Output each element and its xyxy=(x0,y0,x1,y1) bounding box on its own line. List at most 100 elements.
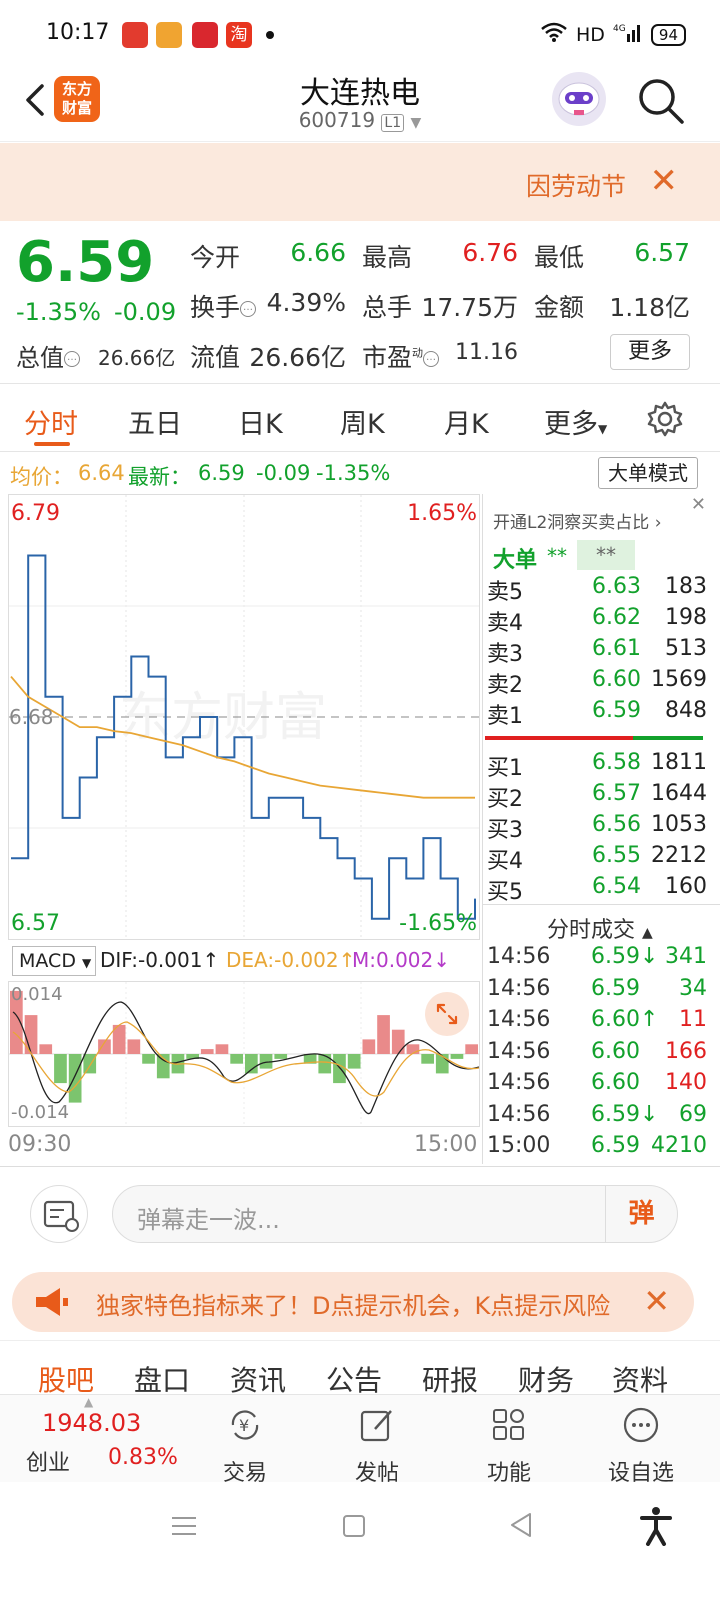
tab-guba[interactable]: 股吧 xyxy=(38,1359,94,1394)
trade-row[interactable]: 14:56 6.59↓ 341 xyxy=(487,944,707,975)
macd-bar xyxy=(450,1054,464,1059)
trades-title[interactable]: 分时成交 ▲ xyxy=(547,912,653,944)
notification-dot xyxy=(266,31,274,39)
trade-volume: 341 xyxy=(665,944,707,969)
bid-row[interactable]: 买3 6.56 1053 xyxy=(487,812,707,843)
menu-icon[interactable] xyxy=(170,1512,198,1540)
trade-row[interactable]: 14:56 6.60↑ 11 xyxy=(487,1007,707,1038)
stock-header: 东方 财富 大连热电 600719 L1 ▼ xyxy=(0,64,720,142)
big-order-label: 大单 xyxy=(493,548,538,573)
tab-more[interactable]: 更多▼ xyxy=(544,402,607,441)
tab-announcements[interactable]: 公告 xyxy=(326,1359,382,1394)
add-watchlist-button[interactable]: 设自选 xyxy=(596,1405,686,1487)
trade-row[interactable]: 14:56 6.60 140 xyxy=(487,1070,707,1101)
macd-chart[interactable]: 0.014 -0.014 xyxy=(8,981,480,1127)
tab-profile[interactable]: 资料 xyxy=(612,1359,668,1394)
danmu-toggle-button[interactable]: 弹 xyxy=(605,1186,677,1242)
macd-bar xyxy=(318,1054,332,1074)
trade-price: 6.60 xyxy=(591,1070,640,1095)
order-book: 开通L2洞察买卖占比 › ✕ 大单 ** ** 卖5 6.63 183 卖4 6.62 1… xyxy=(482,494,720,1164)
banner-text: 因劳动节 xyxy=(525,172,626,201)
comment-bar: 弹幕走一波... 弹 xyxy=(0,1166,720,1262)
tab-weekly-k[interactable]: 周K xyxy=(340,402,385,441)
chart-bottom-pct: -1.65% xyxy=(399,911,477,936)
indicator-select[interactable]: MACD ▼ xyxy=(12,946,96,976)
l2-upsell[interactable]: 开通L2洞察买卖占比 › xyxy=(493,508,662,533)
ask-price: 6.61 xyxy=(592,636,641,661)
chart-top-pct: 1.65% xyxy=(407,501,477,526)
search-button[interactable] xyxy=(636,76,686,126)
post-button[interactable]: 发帖 xyxy=(332,1405,422,1487)
ask-price: 6.63 xyxy=(592,574,641,599)
tab-pankou[interactable]: 盘口 xyxy=(134,1359,190,1394)
chart-settings-button[interactable] xyxy=(646,400,684,438)
ask-row[interactable]: 卖1 6.59 848 xyxy=(487,698,707,729)
app-icon-video xyxy=(122,22,148,48)
bid-price: 6.55 xyxy=(592,843,641,868)
trade-row[interactable]: 15:00 6.59 4210 xyxy=(487,1133,707,1164)
info-icon[interactable]: … xyxy=(64,351,80,367)
grid-icon xyxy=(493,1409,524,1440)
trade-button[interactable]: ¥ 交易 xyxy=(200,1405,290,1487)
tab-news[interactable]: 资讯 xyxy=(230,1359,286,1394)
tab-daily-k[interactable]: 日K xyxy=(238,402,283,441)
macd-bar xyxy=(347,1054,361,1069)
danmu-placeholder: 弹幕走一波... xyxy=(137,1206,280,1234)
low-value: 6.57 xyxy=(634,238,690,267)
trade-row[interactable]: 14:56 6.60 166 xyxy=(487,1039,707,1070)
back-nav-icon[interactable] xyxy=(506,1510,536,1540)
intraday-chart[interactable]: 东方财富 6.79 1.65% 6.68 6.57 -1.65% xyxy=(8,494,480,940)
expand-chart-button[interactable] xyxy=(425,992,469,1036)
info-icon[interactable]: … xyxy=(240,301,257,317)
pe-label: 市盈动… xyxy=(362,338,440,374)
high-label: 最高 xyxy=(362,243,413,272)
macd-bar xyxy=(421,1054,434,1064)
trade-row[interactable]: 14:56 6.59 34 xyxy=(487,976,707,1007)
chart-tabs: 分时 五日 日K 周K 月K 更多▼ xyxy=(0,386,720,452)
bid-row[interactable]: 买2 6.57 1644 xyxy=(487,781,707,812)
more-quote-button[interactable]: 更多 xyxy=(610,334,690,370)
trade-price: 6.59↓ xyxy=(591,1101,659,1127)
tab-intraday[interactable]: 分时 xyxy=(24,402,78,441)
bid-row[interactable]: 买4 6.55 2212 xyxy=(487,843,707,874)
ask-row[interactable]: 卖2 6.60 1569 xyxy=(487,667,707,698)
bottom-toolbar: ▲ 1948.03 创业 0.83% ¥ 交易 发帖 功能 设自选 xyxy=(0,1394,720,1486)
stock-code-selector[interactable]: 600719 L1 ▼ xyxy=(0,108,720,132)
functions-button[interactable]: 功能 xyxy=(464,1405,554,1487)
big-order-mode-button[interactable]: 大单模式 xyxy=(598,457,698,489)
latest-label: 最新： xyxy=(128,465,191,489)
ask-row[interactable]: 卖5 6.63 183 xyxy=(487,574,707,605)
promo-text: 独家特色指标来了！D点提示机会，K点提示风险 xyxy=(96,1292,611,1320)
note-button[interactable] xyxy=(30,1185,88,1243)
tab-five-day[interactable]: 五日 xyxy=(128,402,182,441)
bid-row[interactable]: 买1 6.58 1811 xyxy=(487,750,707,781)
macd-bar xyxy=(142,1054,155,1064)
expand-icon xyxy=(436,1003,458,1025)
tab-monthly-k[interactable]: 月K xyxy=(444,402,489,441)
trade-price: 6.60↑ xyxy=(591,1007,659,1032)
banner-close-icon[interactable]: ✕ xyxy=(650,161,679,201)
ask-row[interactable]: 卖4 6.62 198 xyxy=(487,605,707,636)
macd-bar xyxy=(465,1044,478,1054)
index-ticker[interactable]: ▲ 1948.03 创业 0.83% xyxy=(0,1395,190,1483)
ask-price: 6.59 xyxy=(592,698,641,723)
assistant-avatar[interactable] xyxy=(552,72,606,126)
trade-time: 14:56 xyxy=(487,1038,551,1064)
promo-close-icon[interactable]: ✕ xyxy=(643,1282,670,1320)
danmu-input[interactable]: 弹幕走一波... 弹 xyxy=(112,1185,678,1243)
info-icon[interactable]: … xyxy=(423,351,440,367)
tab-research[interactable]: 研报 xyxy=(422,1359,478,1394)
trade-row[interactable]: 14:56 6.59↓ 69 xyxy=(487,1102,707,1133)
ask-row[interactable]: 卖3 6.61 513 xyxy=(487,636,707,667)
macd-bar xyxy=(333,1054,346,1084)
ask-level: 卖5 xyxy=(487,580,523,605)
home-icon[interactable] xyxy=(340,1512,368,1540)
bid-row[interactable]: 买5 6.54 160 xyxy=(487,874,707,905)
l2-close-icon[interactable]: ✕ xyxy=(691,494,706,515)
macd-dif: DIF:-0.001↑ xyxy=(100,948,220,972)
accessibility-icon[interactable] xyxy=(638,1506,674,1546)
index-pct: 0.83% xyxy=(108,1445,178,1470)
promo-banner[interactable]: 独家特色指标来了！D点提示机会，K点提示风险 ✕ xyxy=(12,1272,694,1332)
avg-value: 6.64 xyxy=(78,461,125,485)
tab-finance[interactable]: 财务 xyxy=(518,1359,574,1394)
